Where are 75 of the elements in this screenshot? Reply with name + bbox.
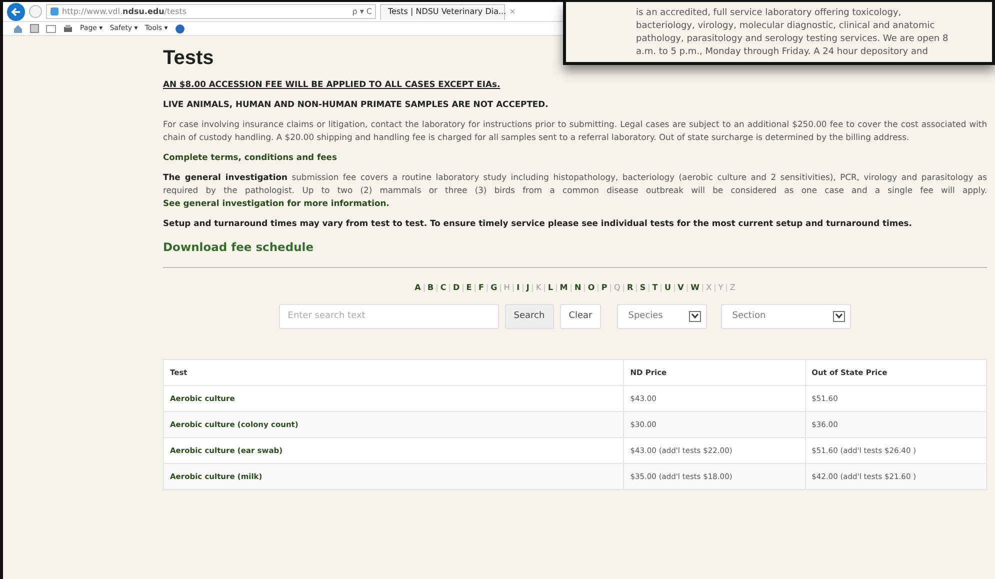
terms-link[interactable]: Complete terms, conditions and fees — [163, 151, 987, 164]
letter-divider: | — [725, 282, 728, 294]
help-icon[interactable] — [174, 24, 185, 34]
letter-link[interactable]: M — [558, 282, 570, 294]
search-field[interactable]: Enter search text — [278, 304, 499, 329]
page-icon — [50, 7, 59, 16]
callout-text-line: a.m. to 5 p.m., Monday through Friday. A 24 hour depository and — [636, 46, 929, 59]
letter-link[interactable]: F — [476, 282, 486, 294]
letter-link[interactable]: R — [624, 282, 636, 294]
paragraph-text: The general investigation submission fee covers a routine laboratory study including histopathology, bacteriology (aerobic culture and 2 sensitivities), PCR, virology and parasitology as required by the pathologist. Up to two (2) mammals or three (3) birds from a common disease outbreak will be considered as one case and a single fee will apply. See general investigation for more information. — [163, 171, 987, 210]
letter-divider: | — [660, 282, 662, 294]
letter-divider: | — [714, 282, 716, 294]
letter-link[interactable]: J — [524, 282, 532, 294]
page-title: Tests — [163, 46, 214, 70]
address-controls[interactable]: ρ ▾ C — [352, 6, 372, 18]
letter-link[interactable]: I — [514, 282, 522, 294]
letter-divider: | — [499, 282, 502, 294]
address-bar[interactable]: http://www.vdl.ndsu.edu/tests ρ ▾ C — [46, 4, 376, 19]
letter-divider: | — [596, 282, 600, 294]
clear-button[interactable]: Clear — [560, 304, 602, 329]
letter-link[interactable]: N — [572, 282, 584, 294]
letter-link[interactable]: P — [599, 282, 610, 294]
select-field[interactable]: Species — [617, 304, 708, 329]
letter-divider: | — [609, 282, 612, 294]
letter-divider: | — [543, 282, 546, 294]
letter-link[interactable]: U — [662, 282, 673, 294]
letter-divider: | — [486, 282, 489, 294]
letter-divider: | — [555, 282, 558, 294]
letter-link[interactable]: E — [464, 282, 474, 294]
letter-divider: | — [448, 282, 451, 294]
callout-text-line: pathology, parasitology and serology testing services. We are open 8 — [636, 33, 950, 46]
back-button[interactable] — [7, 2, 25, 20]
paragraph-text: For case involving insurance claims or litigation, contact the laboratory for instructions prior to submitting. Legal cases are subject to an additional $250.00 fee to cover the cost associated with chain of custody handling. A $20.00 shipping and handling fee is charged for all samples sent to a referral laboratory. Out of state surcharge is determined by the billing address. — [163, 118, 987, 144]
letter-divider: | — [436, 282, 438, 294]
download-link[interactable]: Download fee schedule — [163, 239, 987, 257]
letter-divider: | — [422, 282, 426, 294]
letter-divider: | — [512, 282, 515, 294]
letter-link[interactable]: O — [586, 282, 597, 294]
letter-divider: | — [462, 282, 464, 294]
letter-link[interactable]: C — [438, 282, 448, 294]
select-field[interactable]: Section — [721, 304, 852, 329]
notice-text: LIVE ANIMALS, HUMAN AND NON-HUMAN PRIMATE SAMPLES ARE NOT ACCEPTED. — [163, 98, 550, 112]
letter-divider: | — [701, 282, 704, 294]
print-icon[interactable] — [63, 24, 73, 34]
letter-link[interactable]: A — [412, 282, 423, 294]
letter-link[interactable]: D — [450, 282, 462, 294]
letter-link[interactable]: V — [676, 282, 686, 294]
caret-icon — [689, 310, 702, 322]
info-link[interactable]: See general investigation for more information. — [163, 198, 390, 208]
letter-divider: | — [522, 282, 524, 294]
letter-link[interactable]: W — [688, 282, 702, 294]
letter-link[interactable]: B — [426, 282, 436, 294]
search-button[interactable]: Search — [504, 304, 554, 329]
callout-text-line: bacteriology, virology, molecular diagnostic, clinical and anatomic — [636, 20, 936, 33]
url-text: http://www.vdl.ndsu.edu/tests — [62, 6, 187, 18]
letter-link[interactable]: T — [650, 282, 660, 294]
back-arrow-icon — [10, 6, 22, 18]
letter-divider: | — [635, 282, 638, 294]
letter-divider: | — [672, 282, 676, 294]
callout-text-line: is an accredited, full service laboratory offering toxicology, — [636, 7, 902, 20]
letter-link[interactable]: S — [638, 282, 648, 294]
letter-divider: | — [648, 282, 650, 294]
letter-divider: | — [583, 282, 586, 294]
notice-text: Setup and turnaround times may vary from test to test. To ensure timely service please see individual tests for the most current setup and turnaround times. — [163, 217, 913, 230]
letter-divider: | — [531, 282, 534, 294]
caret-icon — [833, 310, 846, 322]
letter-link[interactable]: L — [546, 282, 556, 294]
letter-divider: | — [686, 282, 689, 294]
home-icon[interactable] — [13, 24, 23, 34]
fee-notice: AN $8.00 ACCESSION FEE WILL BE APPLIED TO ALL CASES EXCEPT EIAs. — [163, 78, 502, 91]
letter-divider: | — [570, 282, 572, 294]
letter-link[interactable]: G — [488, 282, 500, 294]
forward-button[interactable] — [29, 5, 42, 18]
letter-divider: | — [622, 282, 625, 294]
letter-divider: | — [474, 282, 476, 294]
